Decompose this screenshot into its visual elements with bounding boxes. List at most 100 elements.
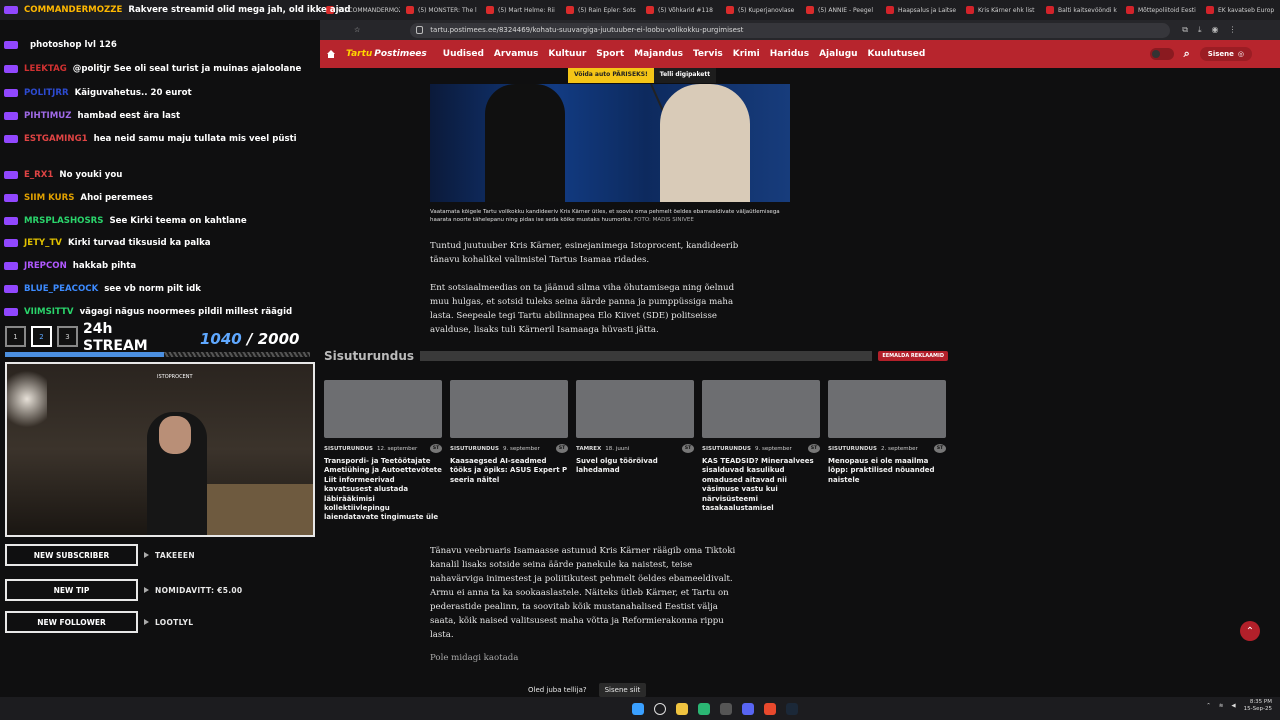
card-badge: ST — [934, 444, 946, 453]
chat-username: VIIMSITTV — [24, 307, 74, 317]
chat-badge-icon — [4, 239, 18, 247]
card-meta: SISUTURUNDUS 9. september ST — [450, 444, 568, 453]
browser-tab[interactable]: (5) Mart Helme: Rii — [480, 0, 560, 20]
nav-item[interactable]: Kuulutused — [868, 49, 926, 59]
sponsored-divider — [420, 351, 873, 361]
taskbar: ⌃ ≋ ◀ 8:35 PM 15-Sep-25 — [0, 697, 1280, 720]
login-button[interactable]: Sisene ◎ — [1199, 47, 1252, 61]
browser-tab[interactable]: Mõttepoliitoid Eesti — [1120, 0, 1200, 20]
search-icon[interactable] — [654, 702, 666, 715]
chat-message: COMMANDERMOZZE Rakvere streamid olid mega… — [4, 5, 351, 15]
overlay-scene-tab[interactable]: 2 — [31, 326, 52, 347]
nav-item[interactable]: Haridus — [770, 49, 809, 59]
chat-badge-icon — [4, 41, 18, 49]
nav-item[interactable]: Krimi — [733, 49, 760, 59]
browser-tab[interactable]: Haapsalus ja Laitse — [880, 0, 960, 20]
subscriber-login-button[interactable]: Sisene siit — [598, 683, 647, 697]
chat-badge-icon — [4, 285, 18, 293]
url-field[interactable]: tartu.postimees.ee/8324469/kohatu-suuvar… — [410, 22, 1171, 38]
browser-tab[interactable]: EK kavatseb Europ — [1200, 0, 1280, 20]
start-icon[interactable] — [632, 702, 644, 715]
card-category: SISUTURUNDUS — [324, 445, 373, 452]
overlay-scene-tab[interactable]: 3 — [57, 326, 78, 347]
card-meta: SISUTURUNDUS 2. september ST — [828, 444, 946, 453]
chat-text: Kirki turvad tiksusid ka palka — [67, 238, 211, 248]
browser-tab[interactable]: (5) MONSTER: The l — [400, 0, 480, 20]
app-icon[interactable] — [720, 702, 732, 715]
file-explorer-icon[interactable] — [676, 702, 688, 715]
card-badge: ST — [808, 444, 820, 453]
chat-message: SIIM KURS Ahoi peremees — [4, 193, 153, 203]
promo-strip: Võida auto PÄRISEKS! Telli digipakett — [568, 68, 717, 83]
site-logo[interactable]: Tartu Postimees — [346, 49, 427, 59]
browser-tab[interactable]: (5) Rain Epler: Sots — [560, 0, 640, 20]
card-badge: ST — [556, 444, 568, 453]
article-paragraph-3: Tänavu veebruaris Isamaasse astunud Kris… — [430, 546, 736, 640]
nav-item[interactable]: Tervis — [693, 49, 723, 59]
webcam-face — [159, 416, 191, 454]
stream-alert-row: NEW TIP NOMIDAVITT: €5.00 — [5, 579, 242, 601]
bookmark-icon[interactable]: ☆ — [354, 26, 360, 34]
clock[interactable]: 8:35 PM 15-Sep-25 — [1244, 699, 1272, 713]
remove-ads-button[interactable]: EEMALDA REKLAAMID — [878, 351, 948, 361]
chat-username: JREPCON — [24, 261, 67, 271]
promo-subscribe[interactable]: Telli digipakett — [653, 68, 717, 83]
extension-icon[interactable]: ⧉ — [1182, 25, 1188, 35]
nav-item[interactable]: Ajalugu — [819, 49, 857, 59]
app-icon[interactable] — [698, 702, 710, 715]
stream-alert-value: TAKEEEN — [155, 550, 195, 560]
card-category: SISUTURUNDUS — [702, 445, 751, 452]
card-meta: SISUTURUNDUS 12. september ST — [324, 444, 442, 453]
card-thumbnail — [324, 380, 442, 438]
sponsored-card[interactable]: SISUTURUNDUS 9. september ST KAS TEADSID? M… — [702, 380, 820, 523]
browser-tab[interactable]: (5) Kuperjanovlase — [720, 0, 800, 20]
volume-icon[interactable]: ◀ — [1231, 703, 1235, 709]
clock-date: 15-Sep-25 — [1243, 706, 1272, 712]
chat-badge-icon — [4, 171, 18, 179]
sponsored-header: Sisuturundus EEMALDA REKLAAMID — [324, 349, 948, 363]
chat-message: MRSPLASHOSRS See Kirki teema on kahtlane — [4, 216, 247, 226]
brave-browser-icon[interactable] — [764, 702, 776, 715]
stream-alert-label: NEW SUBSCRIBER — [5, 544, 138, 566]
dark-mode-toggle[interactable] — [1149, 48, 1174, 60]
sponsored-card[interactable]: SISUTURUNDUS 12. september ST Transpordi- j… — [324, 380, 442, 523]
browser-tab[interactable]: (5) Võhkarid #118 — [640, 0, 720, 20]
overlay-scene-tab[interactable]: 1 — [5, 326, 26, 347]
menu-icon[interactable]: ⋮ — [1229, 25, 1237, 35]
nav-item[interactable]: Majandus — [634, 49, 683, 59]
nav-item[interactable]: Arvamus — [494, 49, 539, 59]
chat-message: ESTGAMING1 hea neid samu maju tullata mis… — [4, 134, 297, 144]
card-badge: ST — [430, 444, 442, 453]
chevron-up-icon[interactable]: ⌃ — [1206, 703, 1211, 709]
chat-text: photoshop lvl 126 — [30, 40, 117, 50]
article-subheading: Pole midagi kaotada — [430, 653, 519, 663]
nav-item[interactable]: Sport — [596, 49, 624, 59]
nav-item[interactable]: Kultuur — [548, 49, 586, 59]
scroll-to-top-button[interactable]: ⌃ — [1240, 621, 1260, 641]
browser-tab-label: (5) Võhkarid #118 — [658, 6, 713, 14]
sponsored-card[interactable]: SISUTURUNDUS 2. september ST Menopaus ei ol… — [828, 380, 946, 523]
wifi-icon[interactable]: ≋ — [1219, 703, 1224, 709]
promo-win-car[interactable]: Võida auto PÄRISEKS! — [568, 68, 654, 83]
chat-username: ESTGAMING1 — [24, 134, 88, 144]
sub-goal-progress — [5, 352, 310, 357]
card-thumbnail — [828, 380, 946, 438]
profile-icon[interactable]: ◉ — [1212, 25, 1219, 35]
nav-item[interactable]: Uudised — [443, 49, 484, 59]
discord-icon[interactable] — [742, 702, 754, 715]
sponsored-card[interactable]: SISUTURUNDUS 9. september ST Kaasaegsed AI-… — [450, 380, 568, 523]
logo-prefix: Tartu — [346, 49, 373, 59]
sponsored-card[interactable]: TAMREX 18. juuni ST Suvel olgu töörõivad la… — [576, 380, 694, 523]
download-icon[interactable]: ⤓ — [1198, 25, 1202, 35]
browser-tab[interactable]: Balti kaitsevööndi k — [1040, 0, 1120, 20]
card-date: 9. september — [754, 445, 792, 452]
subscriber-question: Oled juba tellija? — [528, 686, 587, 694]
webcam-lamp — [7, 364, 47, 434]
browser-tab[interactable]: Kris Kärner ehk list — [960, 0, 1040, 20]
browser-tab[interactable]: (5) ANNIE - Peegel — [800, 0, 880, 20]
search-icon[interactable]: ⌕ — [1184, 47, 1190, 61]
overlay-scene-tabs: 123 — [5, 326, 78, 347]
card-thumbnail — [576, 380, 694, 438]
home-icon[interactable] — [326, 49, 336, 59]
steam-icon[interactable] — [786, 702, 798, 715]
